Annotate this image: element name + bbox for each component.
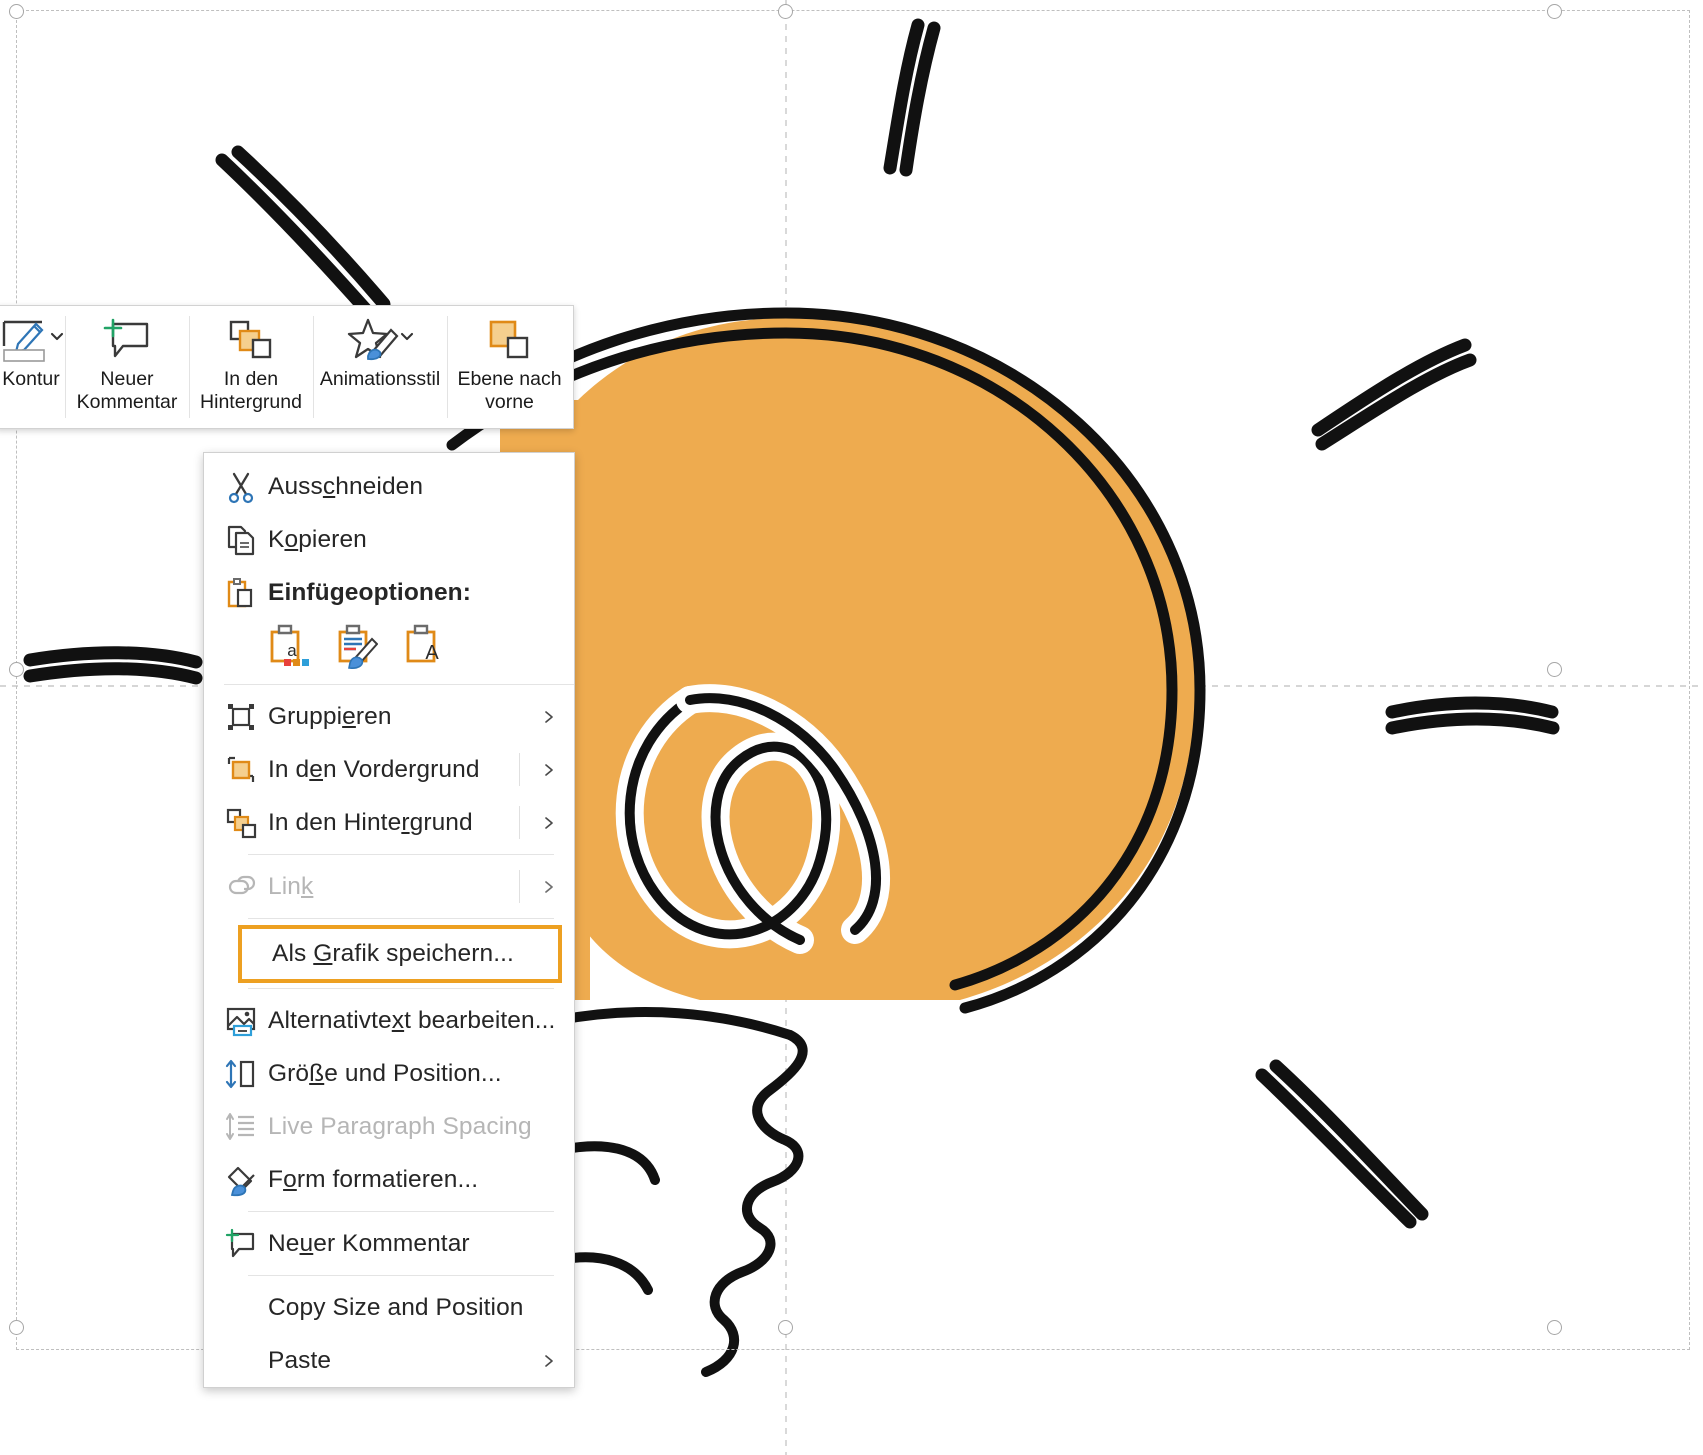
send-to-back-icon	[224, 805, 268, 841]
selection-handle-bottom-right[interactable]	[1547, 1320, 1562, 1335]
context-menu-label-group: Gruppieren	[268, 702, 392, 730]
context-menu-label-edit-alt-text: Alternativtext bearbeiten...	[268, 1006, 556, 1034]
chevron-right-icon[interactable]	[542, 1354, 556, 1368]
selection-handle-bottom-center[interactable]	[778, 1320, 793, 1335]
context-menu-label-format-shape: Form formatieren...	[268, 1165, 479, 1193]
context-menu-separator-4	[248, 988, 554, 989]
context-menu-separator-5	[248, 1211, 554, 1212]
bring-to-front-icon	[224, 752, 268, 788]
shape-outline-icon	[0, 315, 64, 365]
bulb-base-squiggle	[555, 1007, 808, 1377]
submenu-divider	[519, 753, 520, 786]
context-menu-label-size-and-position: Größe und Position...	[268, 1059, 502, 1087]
context-menu-item-paste-options: Einfügeoptionen:	[204, 566, 574, 619]
toolbar-label-in-den-hintergrund: In den Hintergrund	[200, 368, 302, 413]
context-menu-separator-6	[248, 1275, 554, 1276]
context-menu-label-cut: Ausschneiden	[268, 472, 424, 500]
selection-handle-top-left[interactable]	[9, 4, 24, 19]
selection-handle-middle-right[interactable]	[1547, 662, 1562, 677]
context-menu-separator-3	[248, 918, 554, 919]
selection-handle-top-center[interactable]	[778, 4, 793, 19]
context-menu-label-copy: Kopieren	[268, 525, 367, 553]
context-menu-item-copy-size-and-position[interactable]: Copy Size and Position	[204, 1281, 574, 1334]
svg-text:a: a	[287, 641, 297, 660]
context-menu-item-link: Link	[204, 860, 574, 913]
floating-mini-toolbar[interactable]: Kontur Neuer Kommentar In den Hintergrun…	[0, 305, 574, 429]
context-menu[interactable]: Ausschneiden Kopieren Einfügeoptionen: a…	[203, 452, 575, 1388]
paste-keep-source-formatting-icon[interactable]: a	[266, 623, 310, 669]
chevron-right-icon[interactable]	[542, 816, 556, 830]
context-menu-item-cut[interactable]: Ausschneiden	[204, 460, 574, 513]
chevron-right-icon[interactable]	[542, 763, 556, 777]
size-position-icon	[224, 1056, 268, 1092]
selection-handle-middle-left[interactable]	[9, 662, 24, 677]
toolbar-label-kontur: Kontur	[2, 368, 60, 390]
clipboard-icon	[224, 575, 268, 611]
context-menu-label-copy-size-and-position: Copy Size and Position	[268, 1293, 524, 1321]
context-menu-label-bring-to-front: In den Vordergrund	[268, 755, 480, 783]
no-icon-placeholder	[224, 1290, 268, 1326]
paste-keep-text-only-icon[interactable]: A	[402, 623, 446, 669]
context-menu-item-group[interactable]: Gruppieren	[204, 690, 574, 743]
paragraph-spacing-icon	[224, 1109, 268, 1145]
submenu-divider	[519, 870, 520, 903]
context-menu-label-paste-options: Einfügeoptionen:	[268, 578, 472, 606]
send-to-back-icon	[225, 315, 277, 365]
paste-use-destination-theme-icon[interactable]	[334, 623, 379, 669]
toolbar-button-neuer-kommentar[interactable]: Neuer Kommentar	[65, 306, 189, 428]
copy-icon	[224, 522, 268, 558]
context-menu-separator-1	[224, 684, 574, 685]
chevron-right-icon	[542, 880, 556, 894]
link-icon	[224, 869, 268, 905]
toolbar-button-animationsstil[interactable]: Animationsstil	[313, 306, 447, 428]
animation-style-icon	[344, 315, 416, 365]
context-menu-label-send-to-back: In den Hintergrund	[268, 808, 473, 836]
context-menu-label-paste: Paste	[268, 1346, 332, 1374]
toolbar-label-ebene-nach-vorne: Ebene nach vorne	[457, 368, 562, 413]
bring-forward-icon	[484, 315, 536, 365]
toolbar-button-ebene-nach-vorne[interactable]: Ebene nach vorne	[447, 306, 572, 428]
new-comment-icon	[101, 315, 153, 365]
context-menu-label-new-comment: Neuer Kommentar	[268, 1229, 470, 1257]
context-menu-item-copy[interactable]: Kopieren	[204, 513, 574, 566]
toolbar-label-neuer-kommentar: Neuer Kommentar	[76, 368, 178, 413]
scissors-icon	[224, 469, 268, 505]
format-shape-icon	[224, 1162, 268, 1198]
selection-handle-top-right[interactable]	[1547, 4, 1562, 19]
context-menu-item-live-paragraph-spacing: Live Paragraph Spacing	[204, 1100, 574, 1153]
context-menu-label-link: Link	[268, 872, 314, 900]
toolbar-button-in-den-hintergrund[interactable]: In den Hintergrund	[189, 306, 313, 428]
context-menu-label-live-paragraph-spacing: Live Paragraph Spacing	[268, 1112, 532, 1140]
new-comment-icon	[224, 1226, 268, 1262]
alt-text-icon	[224, 1003, 268, 1039]
paste-options-strip[interactable]: a A	[204, 619, 574, 679]
context-menu-item-size-and-position[interactable]: Größe und Position...	[204, 1047, 574, 1100]
context-menu-item-new-comment[interactable]: Neuer Kommentar	[204, 1217, 574, 1270]
no-icon-placeholder	[224, 1343, 268, 1379]
selection-handle-bottom-left[interactable]	[9, 1320, 24, 1335]
context-menu-item-save-as-picture[interactable]: Als Grafik speichern...	[238, 925, 562, 983]
context-menu-separator-2	[248, 854, 554, 855]
toolbar-label-animationsstil: Animationsstil	[319, 368, 441, 390]
svg-text:A: A	[425, 642, 439, 664]
context-menu-item-paste[interactable]: Paste	[204, 1334, 574, 1387]
chevron-right-icon	[542, 710, 556, 724]
context-menu-item-edit-alt-text[interactable]: Alternativtext bearbeiten...	[204, 994, 574, 1047]
context-menu-item-send-to-back[interactable]: In den Hintergrund	[204, 796, 574, 849]
group-icon	[224, 699, 268, 735]
context-menu-item-format-shape[interactable]: Form formatieren...	[204, 1153, 574, 1206]
toolbar-button-kontur[interactable]: Kontur	[0, 306, 65, 428]
submenu-divider	[519, 806, 520, 839]
context-menu-item-bring-to-front[interactable]: In den Vordergrund	[204, 743, 574, 796]
context-menu-label-save-as-picture: Als Grafik speichern...	[272, 940, 514, 967]
